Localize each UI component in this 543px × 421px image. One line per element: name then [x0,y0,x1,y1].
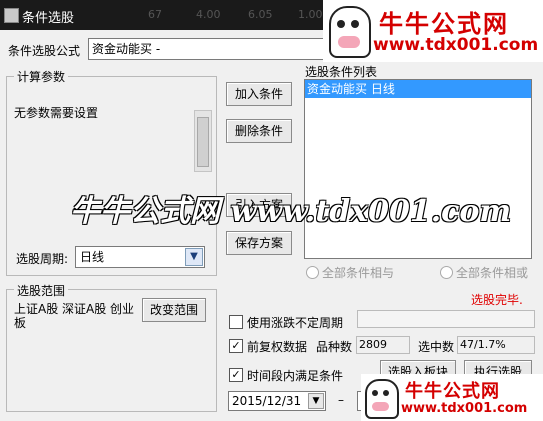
forward-adjust-checkbox[interactable]: ✓ [229,339,243,353]
params-scrollbar[interactable] [194,110,212,172]
uncertain-limit-checkbox[interactable] [229,315,243,329]
range-legend: 选股范围 [14,282,69,299]
formula-select[interactable]: 资金动能买 - [88,38,343,60]
ticker-value: 6.05 [248,8,273,21]
ticker-value: 67 [148,8,162,21]
chevron-down-icon[interactable]: ▼ [308,393,324,409]
params-message: 无参数需要设置 [14,106,99,120]
formula-value: 资金动能买 - [92,42,161,56]
cow-mascot-icon [329,6,371,58]
selected-value: 47/1.7% [457,336,535,354]
progress-bar [357,310,535,328]
params-legend: 计算参数 [14,68,69,85]
and-radio[interactable] [306,266,319,279]
change-range-button[interactable]: 改变范围 [142,298,206,322]
delete-condition-button[interactable]: 删除条件 [226,119,292,143]
and-label: 全部条件相与 [322,266,395,280]
time-range-checkbox[interactable]: ✓ [229,368,243,382]
condition-text: 资金动能买 日线 [307,82,395,96]
watermark-logo-top: 牛牛公式网 www.tdx001.com [323,0,543,62]
count-value: 2809 [356,336,410,354]
ticker-value: 1.00 [298,8,323,21]
conditions-title: 选股条件列表 [305,65,378,79]
conditions-list[interactable]: 资金动能买 日线 [304,79,532,259]
period-select[interactable]: 日线 ▼ [75,246,205,268]
site-text: www.tdx001.com [373,35,539,55]
chevron-down-icon[interactable]: ▼ [185,248,203,266]
selected-label: 选中数 [418,340,455,354]
count-label: 品种数 [316,340,353,354]
range-text: 上证A股 深证A股 创业板 [14,302,135,330]
date-separator: – [338,393,344,407]
forward-adjust-label: 前复权数据 [247,340,308,354]
uncertain-limit-label: 使用涨跌不定周期 [247,316,344,330]
site-text: www.tdx001.com [401,401,528,416]
or-radio[interactable] [440,266,453,279]
window-title: 条件选股 [22,11,75,26]
or-label: 全部条件相或 [456,266,529,280]
brand-text: 牛牛公式网 [379,10,509,38]
status-text: 选股完毕. [471,293,523,307]
app-icon [4,8,19,23]
watermark-logo-bottom: 牛牛公式网 www.tdx001.com [361,374,543,421]
period-value: 日线 [80,250,105,264]
save-plan-button[interactable]: 保存方案 [226,231,292,255]
scroll-thumb[interactable] [197,117,209,167]
brand-text: 牛牛公式网 [405,381,500,402]
cow-mascot-icon [365,379,399,419]
stock-selector-window: 条件选股 67 4.00 6.05 1.00 条件选股公式 资金动能买 - 计算… [0,0,543,421]
period-label: 选股周期: [16,252,69,266]
watermark-overlay: 牛牛公式网 www.tdx001.com [70,194,512,229]
list-item[interactable]: 资金动能买 日线 [305,80,531,98]
formula-label: 条件选股公式 [8,44,81,58]
ticker-value: 4.00 [196,8,221,21]
time-range-label: 时间段内满足条件 [247,369,344,383]
start-date-value: 2015/12/31 [232,394,302,408]
add-condition-button[interactable]: 加入条件 [226,82,292,106]
start-date-picker[interactable]: 2015/12/31 ▼ [228,391,326,411]
